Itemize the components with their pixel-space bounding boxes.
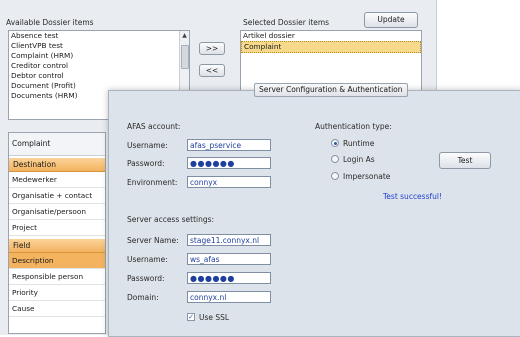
- login-as-label[interactable]: Login As: [343, 155, 375, 164]
- field-header: Field: [9, 239, 105, 253]
- list-item[interactable]: ClientVPB test: [9, 41, 189, 51]
- server-password-field[interactable]: ●●●●●●: [187, 272, 271, 284]
- runtime-radio[interactable]: [331, 139, 339, 147]
- runtime-label[interactable]: Runtime: [343, 139, 374, 148]
- table-row[interactable]: Description: [9, 253, 105, 269]
- list-item[interactable]: Artikel dossier: [241, 31, 421, 41]
- test-button[interactable]: Test: [439, 152, 491, 169]
- available-items-label: Available Dossier items: [6, 18, 94, 27]
- scroll-up-icon[interactable]: ▲: [180, 31, 189, 40]
- table-row[interactable]: Organisatie + contact: [9, 188, 105, 204]
- server-name-label: Server Name:: [127, 236, 179, 245]
- list-item[interactable]: Debtor control: [9, 71, 189, 81]
- table-row[interactable]: Medewerker: [9, 172, 105, 188]
- use-ssl-label[interactable]: Use SSL: [199, 313, 229, 322]
- environment-label: Environment:: [127, 178, 178, 187]
- server-access-label: Server access settings:: [127, 215, 215, 224]
- test-result-text: Test successful!: [383, 192, 442, 201]
- server-username-field[interactable]: ws_afas: [187, 253, 271, 265]
- server-username-label: Username:: [127, 255, 168, 264]
- list-item[interactable]: Complaint (HRM): [9, 51, 189, 61]
- table-row[interactable]: Cause: [9, 301, 105, 317]
- complaint-panel-title: Complaint: [9, 133, 105, 156]
- password-field[interactable]: ●●●●●●: [187, 157, 271, 169]
- server-password-label: Password:: [127, 274, 165, 283]
- list-item[interactable]: Complaint: [241, 41, 421, 53]
- selected-items-label: Selected Dossier items: [243, 18, 330, 27]
- afas-account-label: AFAS account:: [127, 122, 181, 131]
- username-label: Username:: [127, 141, 168, 150]
- use-ssl-checkbox[interactable]: ✓: [187, 313, 195, 321]
- impersonate-label[interactable]: Impersonate: [343, 172, 390, 181]
- table-row[interactable]: Project: [9, 220, 105, 236]
- impersonate-radio[interactable]: [331, 172, 339, 180]
- table-row[interactable]: Organisatie/persoon: [9, 204, 105, 220]
- login-as-radio[interactable]: [331, 155, 339, 163]
- destination-header: Destination: [9, 158, 105, 172]
- username-field[interactable]: afas_pservice: [187, 139, 271, 151]
- complaint-panel: Complaint Destination Medewerker Organis…: [8, 132, 106, 334]
- domain-field[interactable]: connyx.nl: [187, 291, 271, 303]
- password-label: Password:: [127, 159, 165, 168]
- server-name-field[interactable]: stage11.connyx.nl: [187, 234, 271, 246]
- add-item-button[interactable]: >>: [199, 42, 225, 55]
- domain-label: Domain:: [127, 293, 159, 302]
- list-item[interactable]: Creditor control: [9, 61, 189, 71]
- table-row[interactable]: Priority: [9, 285, 105, 301]
- server-config-dialog: Server Configuration & Authentication AF…: [108, 83, 520, 337]
- update-button[interactable]: Update: [364, 12, 418, 28]
- dialog-title: Server Configuration & Authentication: [254, 83, 408, 97]
- environment-field[interactable]: connyx: [187, 176, 271, 188]
- scroll-thumb[interactable]: [181, 45, 189, 69]
- auth-type-label: Authentication type:: [315, 122, 392, 131]
- remove-item-button[interactable]: <<: [199, 64, 225, 77]
- table-row[interactable]: Responsible person: [9, 269, 105, 285]
- list-item[interactable]: Absence test: [9, 31, 189, 41]
